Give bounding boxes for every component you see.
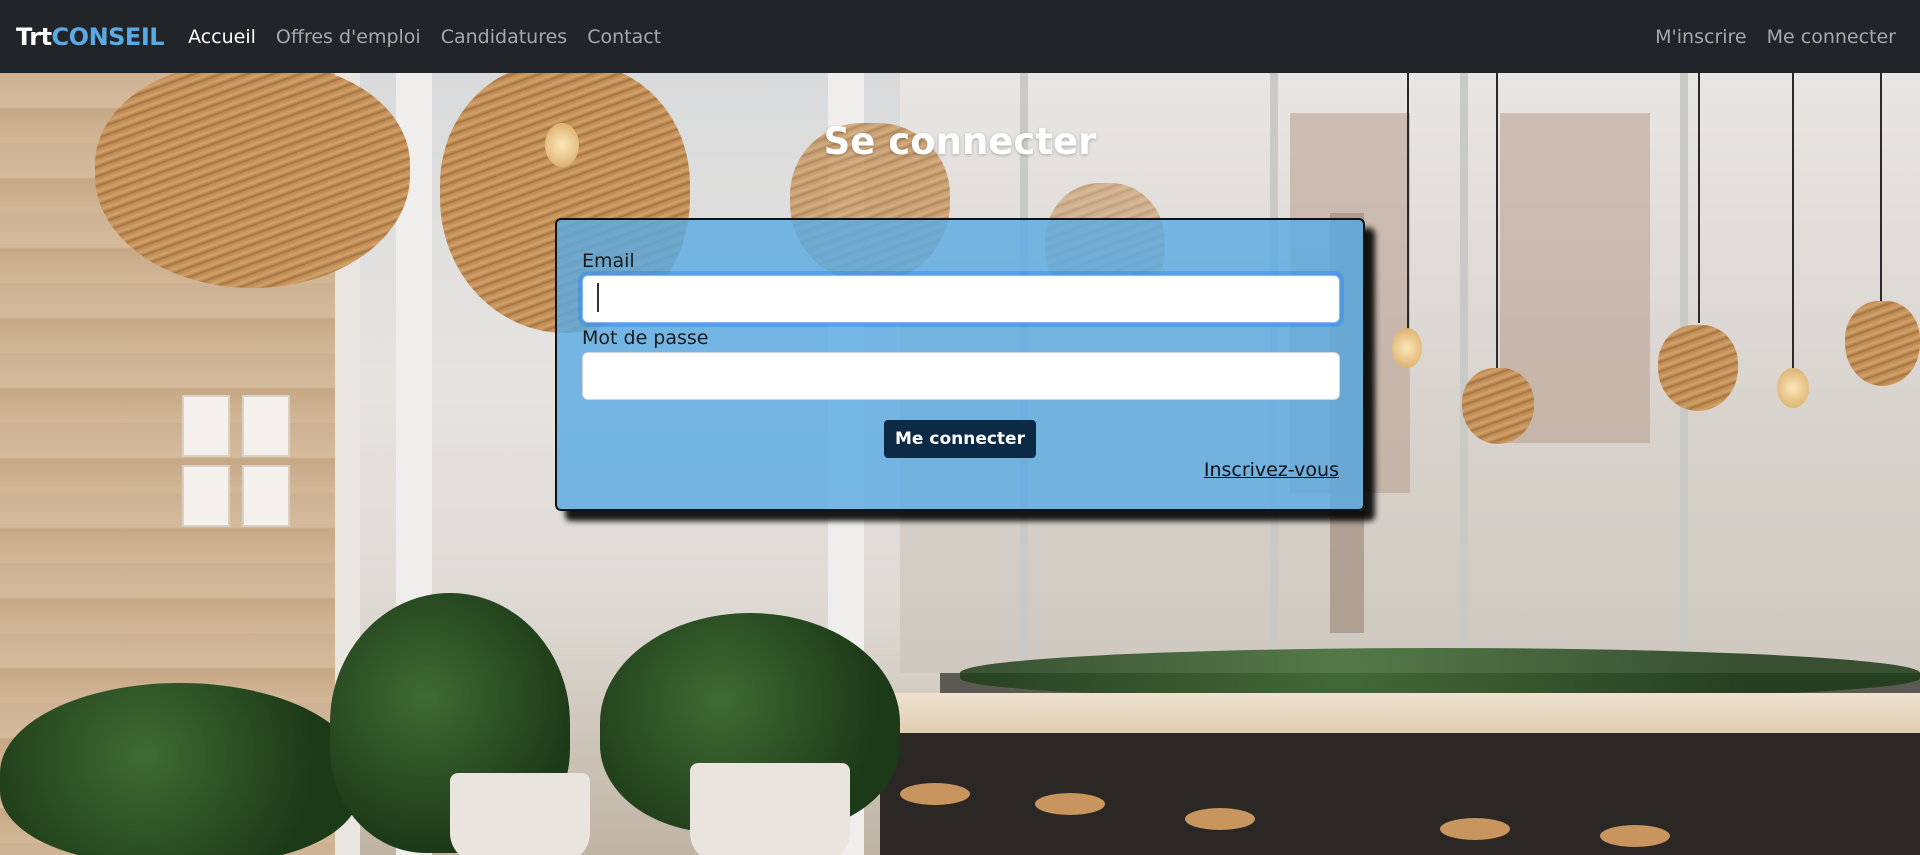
- nav-link-contact[interactable]: Contact: [577, 26, 671, 48]
- wicker-pendant-lamp: [95, 73, 410, 288]
- lamp-wire: [1407, 73, 1409, 333]
- bar-stool: [900, 783, 970, 805]
- wood-counter: [860, 693, 1920, 733]
- counter-base: [880, 733, 1920, 855]
- small-pendant-lamp: [1462, 368, 1534, 444]
- small-pendant-lamp: [1658, 325, 1738, 411]
- wall-poster: [182, 395, 230, 457]
- brand-logo-text-conseil: CONSEIL: [51, 22, 165, 51]
- password-label: Mot de passe: [582, 327, 709, 349]
- nav-link-accueil[interactable]: Accueil: [178, 26, 266, 48]
- lamp-wire: [1698, 73, 1700, 323]
- bar-stool: [1600, 825, 1670, 847]
- wall-poster: [242, 395, 290, 457]
- lamp-wire: [1792, 73, 1794, 373]
- email-field[interactable]: [582, 275, 1340, 323]
- account-nav: M'inscrire Me connecter: [1645, 26, 1904, 48]
- nav-link-login[interactable]: Me connecter: [1757, 26, 1904, 48]
- left-plants: [0, 683, 360, 855]
- main-nav: Accueil Offres d'emploi Candidatures Con…: [178, 26, 671, 48]
- register-link[interactable]: Inscrivez-vous: [1204, 459, 1339, 481]
- small-pendant-lamp: [1845, 301, 1920, 386]
- lamp-wire: [1880, 73, 1882, 303]
- plant-pot: [690, 763, 850, 855]
- nav-link-candidatures[interactable]: Candidatures: [431, 26, 577, 48]
- nav-link-register[interactable]: M'inscrire: [1645, 26, 1756, 48]
- bar-stool: [1035, 793, 1105, 815]
- bar-stool: [1440, 818, 1510, 840]
- email-label: Email: [582, 250, 635, 272]
- nav-link-offres-emploi[interactable]: Offres d'emploi: [266, 26, 431, 48]
- wall-poster: [242, 465, 290, 527]
- planter-greenery: [960, 648, 1920, 698]
- login-submit-button[interactable]: Me connecter: [884, 420, 1036, 458]
- brand-logo-text-trt: Trt: [16, 22, 52, 51]
- page-title: Se connecter: [823, 120, 1097, 163]
- light-bulb: [1392, 328, 1422, 368]
- text-cursor: [597, 283, 599, 312]
- light-bulb: [1777, 368, 1809, 408]
- bar-stool: [1185, 808, 1255, 830]
- password-field[interactable]: [582, 352, 1340, 400]
- wall-poster: [182, 465, 230, 527]
- plant-pot: [450, 773, 590, 855]
- login-form: Email Mot de passe Me connecter Inscrive…: [555, 218, 1365, 511]
- lamp-wire: [1496, 73, 1498, 373]
- top-navbar: TrtCONSEIL Accueil Offres d'emploi Candi…: [0, 0, 1920, 73]
- brand-logo[interactable]: TrtCONSEIL: [16, 22, 165, 51]
